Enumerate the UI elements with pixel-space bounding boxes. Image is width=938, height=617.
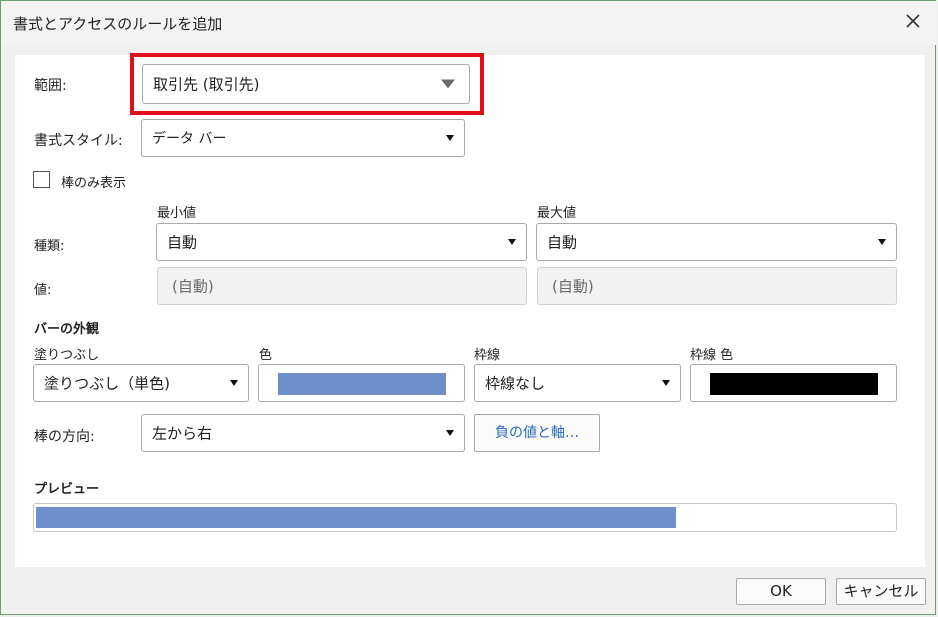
fill-label: 塗りつぶし: [34, 348, 100, 363]
max-value-text: (自動): [552, 277, 594, 296]
preview-bar: [36, 507, 676, 528]
preview-label: プレビュー: [34, 482, 100, 497]
chevron-down-icon: [446, 430, 454, 436]
dialog-title: 書式とアクセスのルールを追加: [13, 15, 223, 33]
close-icon[interactable]: [903, 11, 923, 31]
max-type-select[interactable]: 自動: [536, 223, 897, 261]
range-highlight-annotation: [130, 53, 484, 115]
min-type-select[interactable]: 自動: [156, 223, 527, 261]
border-color-label: 枠線 色: [690, 348, 734, 363]
direction-label: 棒の方向:: [34, 429, 95, 445]
border-label: 枠線: [474, 348, 501, 363]
min-header: 最小値: [157, 206, 197, 221]
preview-box: [33, 503, 897, 532]
border-type-select[interactable]: 枠線なし: [474, 364, 681, 402]
type-label: 種類:: [34, 239, 65, 254]
chevron-down-icon: [446, 135, 454, 141]
direction-select[interactable]: 左から右: [141, 414, 465, 452]
ok-button[interactable]: OK: [736, 578, 826, 605]
max-type-value: 自動: [547, 233, 578, 252]
min-value-text: (自動): [172, 277, 214, 296]
chevron-down-icon: [508, 239, 516, 245]
color-label: 色: [259, 348, 273, 363]
format-style-select[interactable]: データ バー: [141, 119, 465, 157]
bar-only-label: 棒のみ表示: [61, 176, 127, 191]
title-bar: 書式とアクセスのルールを追加: [1, 1, 937, 45]
value-label: 値:: [34, 283, 52, 298]
min-type-value: 自動: [167, 233, 198, 252]
range-label: 範囲:: [34, 78, 67, 94]
fill-type-value: 塗りつぶし（単色): [44, 374, 171, 393]
fill-color-picker[interactable]: [258, 364, 465, 402]
format-style-value: データ バー: [152, 131, 227, 147]
negative-value-axis-button[interactable]: 負の値と軸…: [474, 414, 600, 452]
chevron-down-icon: [878, 239, 886, 245]
max-value-field: (自動): [537, 267, 897, 305]
border-color-picker[interactable]: [690, 364, 897, 402]
cancel-button[interactable]: キャンセル: [836, 578, 926, 605]
max-header: 最大値: [537, 206, 577, 221]
direction-value: 左から右: [152, 424, 213, 443]
border-type-value: 枠線なし: [485, 374, 546, 393]
min-value-field: (自動): [157, 267, 527, 305]
chevron-down-icon: [230, 380, 238, 386]
chevron-down-icon: [662, 380, 670, 386]
fill-type-select[interactable]: 塗りつぶし（単色): [33, 364, 249, 402]
border-color-swatch: [710, 373, 878, 395]
fill-color-swatch: [278, 373, 446, 395]
format-style-label: 書式スタイル:: [34, 133, 123, 149]
bar-only-checkbox[interactable]: [33, 171, 50, 188]
bar-appearance-heading: バーの外観: [34, 322, 100, 337]
